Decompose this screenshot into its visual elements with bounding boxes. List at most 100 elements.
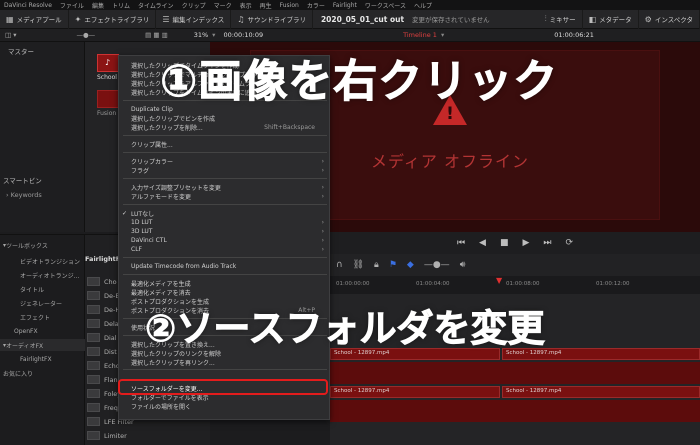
highlight-box	[118, 379, 328, 395]
audio-clip-body[interactable]	[330, 362, 700, 384]
effects-item[interactable]: エフェクト	[0, 311, 50, 323]
context-menu-item[interactable]: 最適化メディアを消去	[119, 288, 329, 297]
audio-clip-body[interactable]	[330, 400, 700, 422]
menu-item-label: 1D LUT	[131, 219, 153, 226]
fx-item[interactable]: Cho	[104, 278, 117, 286]
context-menu-item[interactable]: LUTなし ✓	[119, 209, 329, 218]
fx-item[interactable]: Freq	[104, 404, 118, 412]
toolbox-category[interactable]: ▾ ツールボックス	[0, 239, 48, 251]
context-menu-item[interactable]: 最適化メディアを生成	[119, 279, 329, 288]
menu-item[interactable]: クリップ	[182, 1, 206, 10]
openfx-item[interactable]: OpenFX	[0, 325, 38, 337]
context-menu-item[interactable]: 1D LUT ›	[119, 218, 329, 227]
step-back-icon[interactable]: ◀	[479, 238, 486, 248]
menu-item[interactable]: 編集	[92, 1, 104, 10]
panel-toggle-icon[interactable]: ◫ ▾	[5, 31, 16, 39]
context-menu-item[interactable]: クリップカラー ›	[119, 157, 329, 166]
context-menu-item[interactable]: アルファモードを変更 ›	[119, 192, 329, 201]
menu-item-label: フラグ	[131, 168, 150, 175]
slider-handle[interactable]: —●—	[76, 31, 95, 39]
link-icon[interactable]: ⛓	[353, 260, 364, 270]
slider-icon[interactable]: —●—	[424, 260, 450, 270]
skip-forward-icon[interactable]: ⏭	[543, 238, 551, 248]
viewer-header-bar: ◫ ▾ —●— ▤ ▦ ▥ 31% ▾ 00:00:10:09 Timeline…	[0, 29, 700, 42]
timeline-clip[interactable]: School - 12897.mp4	[330, 386, 500, 398]
marker-icon[interactable]: ◆	[407, 260, 414, 270]
audio-fx-category[interactable]: ▾ オーディオFX	[0, 339, 85, 351]
chevron-right-icon: ›	[321, 219, 324, 226]
menu-item[interactable]: ファイル	[60, 1, 84, 10]
context-menu-item[interactable]: ファイルの場所を開く	[119, 402, 329, 411]
loop-icon[interactable]: ⟳	[566, 238, 574, 248]
playhead-icon[interactable]: ▼	[496, 276, 502, 285]
context-menu-item[interactable]: CLF ›	[119, 245, 329, 254]
flag-icon[interactable]: ⚑	[389, 260, 397, 270]
fx-item[interactable]: Dist	[104, 348, 117, 356]
skip-back-icon[interactable]: ⏮	[457, 238, 465, 248]
fx-item[interactable]: Dial	[104, 334, 117, 342]
fairlightfx-item[interactable]: FairlightFX	[0, 353, 52, 365]
context-menu-item[interactable]: フラグ ›	[119, 166, 329, 175]
menu-item[interactable]: カラー	[307, 1, 325, 10]
media-offline-text: メディア オフライン	[371, 152, 529, 171]
fx-item[interactable]: Dela	[104, 320, 119, 328]
menu-item[interactable]: Fusion	[280, 2, 299, 9]
fx-item[interactable]: Flan	[104, 376, 118, 384]
transport-controls: ⏮ ◀ ■ ▶ ⏭ ⟳	[330, 232, 700, 254]
sound-library-button[interactable]: ♫ サウンドライブラリ	[231, 9, 313, 29]
menu-item[interactable]: 表示	[240, 1, 252, 10]
zoom-level[interactable]: 31%	[194, 31, 208, 39]
view-icons[interactable]: ▤ ▦ ▥	[145, 31, 168, 39]
master-bin[interactable]: マスター	[8, 46, 34, 56]
timeline-clip[interactable]: School - 12897.mp4	[502, 386, 700, 398]
chevron-down-icon[interactable]: ▾	[441, 31, 444, 39]
menu-item[interactable]: トリム	[112, 1, 130, 10]
context-menu-item[interactable]: 選択したクリップを削除... Shift+Backspace	[119, 123, 329, 132]
favorites-item[interactable]: お気に入り	[0, 367, 33, 379]
effects-icon: ✦	[74, 14, 82, 24]
menu-item-label: クリップ属性...	[131, 142, 173, 149]
menu-item[interactable]: マーク	[214, 1, 232, 10]
context-menu-item[interactable]: 入力サイズ調整プリセットを変更 ›	[119, 183, 329, 192]
chevron-down-icon[interactable]: ▾	[212, 31, 215, 39]
shortcut-label: Shift+Backspace	[264, 124, 315, 131]
menu-item[interactable]: ワークスペース	[365, 1, 406, 10]
menu-item[interactable]: DaVinci Resolve	[4, 2, 52, 9]
context-menu-item[interactable]: 3D LUT ›	[119, 227, 329, 236]
mixer-button[interactable]: ⫶ ミキサー	[539, 9, 583, 29]
audio-transitions-item[interactable]: オーディオトランジ...	[0, 269, 79, 281]
keywords-bin[interactable]: › Keywords	[6, 191, 42, 199]
context-menu-item[interactable]: クリップ属性...	[119, 140, 329, 149]
stop-icon[interactable]: ■	[500, 238, 509, 248]
generators-item[interactable]: ジェネレーター	[0, 297, 62, 309]
media-pool-icon: ▦	[6, 14, 14, 24]
menu-item-label: DaVinci CTL	[131, 237, 167, 244]
menu-item[interactable]: 再生	[260, 1, 272, 10]
clip-thumbnail[interactable]: ♪	[97, 54, 119, 72]
context-menu-item[interactable]: DaVinci CTL ›	[119, 236, 329, 245]
menu-item[interactable]: Fairlight	[333, 2, 357, 9]
effects-library-button[interactable]: ✦ エフェクトライブラリ	[69, 9, 157, 29]
timeline-name[interactable]: Timeline 1	[403, 31, 437, 39]
metadata-button[interactable]: ◧ メタデータ	[583, 9, 639, 29]
context-menu-item[interactable]: 選択したクリップでビンを作成	[119, 114, 329, 123]
timeline-ruler[interactable]: 01:00:00:00 01:00:04:00 01:00:08:00 01:0…	[330, 276, 700, 294]
titles-item[interactable]: タイトル	[0, 283, 44, 295]
video-transitions-item[interactable]: ビデオトランジション	[0, 255, 80, 267]
menu-item[interactable]: タイムライン	[138, 1, 174, 10]
fx-item[interactable]: Limiter	[104, 432, 127, 440]
play-icon[interactable]: ▶	[522, 238, 529, 248]
fusion-clip-thumbnail[interactable]	[97, 90, 119, 108]
edit-index-button[interactable]: ☰ 編集インデックス	[156, 9, 232, 29]
fx-items: Cho De-E De-H Dela Dial Dist Echo Flan Foley Freq…	[87, 277, 134, 442]
volume-icon[interactable]: 🔊︎	[460, 260, 466, 270]
context-menu-item[interactable]: Update Timecode from Audio Track	[119, 262, 329, 271]
context-menu: 選択したクリップでタイムラインを作成 選択したクリップでマルチカメラクリップを作成…	[118, 55, 330, 420]
snap-icon[interactable]: ∩	[336, 260, 343, 270]
media-pool-button[interactable]: ▦ メディアプール	[0, 9, 69, 29]
inspector-button[interactable]: ⚙ インスペクタ	[639, 9, 700, 29]
context-menu-item[interactable]: 選択したクリップを再リンク...	[119, 358, 329, 367]
menu-item[interactable]: ヘルプ	[414, 1, 432, 10]
menu-item-label: 入力サイズ調整プリセットを変更	[131, 185, 221, 192]
lock-icon[interactable]: 🔒︎	[374, 260, 379, 270]
